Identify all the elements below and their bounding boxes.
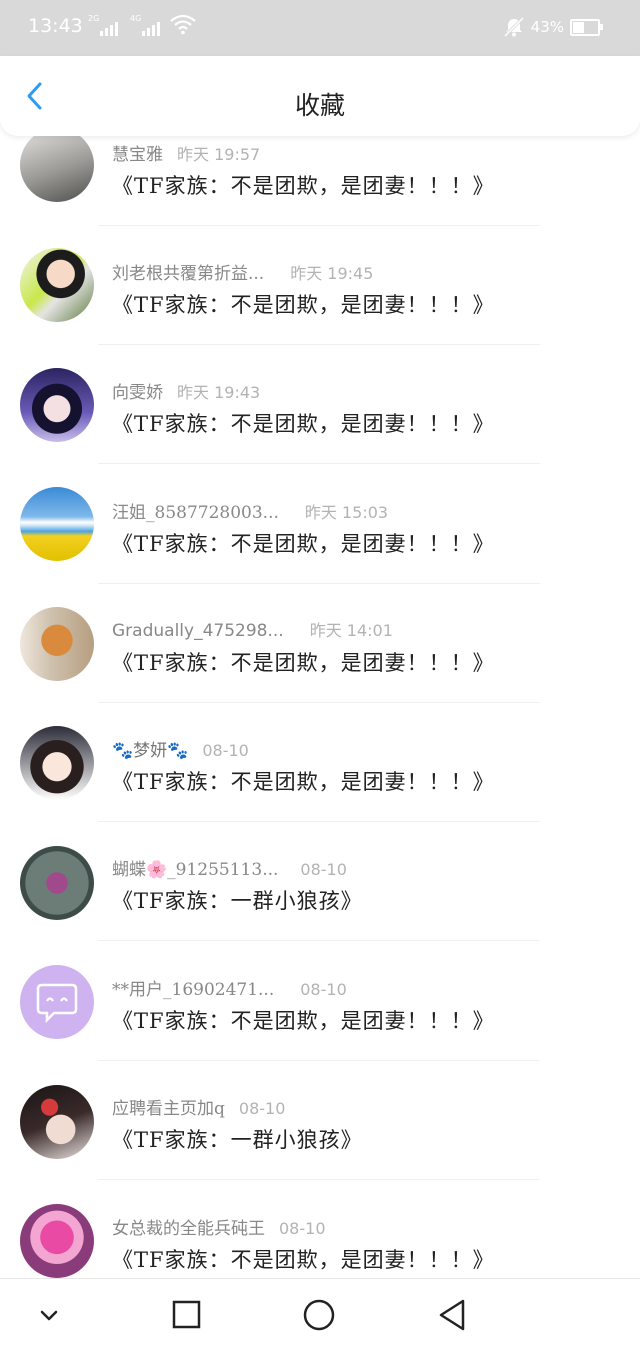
list-item[interactable]: 汪姐_8587728003... 昨天 15:03 《TF家族：不是团欺，是团妻！… [0,486,640,605]
item-meta: 刘老根共覆第折益... 昨天 19:45 [112,259,373,284]
page-title: 收藏 [294,91,345,120]
user-name: 慧宝雅 [112,145,163,165]
user-name: 🐾梦妍🐾 [112,741,189,761]
message-text: 《TF家族：不是团欺，是团妻！！！》 [112,1009,495,1033]
hide-nav-button[interactable] [31,1297,67,1333]
avatar [20,487,94,561]
list-item[interactable]: Gradually_475298... 昨天 14:01 《TF家族：不是团欺，是… [0,605,640,724]
timestamp: 昨天 19:45 [290,264,374,283]
avatar [20,128,94,202]
user-name: 蝴蝶🌸_91255113... [112,860,279,880]
avatar [20,846,94,920]
avatar [20,607,94,681]
divider [98,344,540,345]
item-meta: 蝴蝶🌸_91255113... 08-10 [112,855,347,880]
divider [98,225,540,226]
message-text: 《TF家族：不是团欺，是团妻！！！》 [112,770,495,794]
avatar [20,1204,94,1278]
favorites-list[interactable]: 慧宝雅 昨天 19:57 《TF家族：不是团欺，是团妻！！！》 刘老根共覆第折益.… [0,0,640,1278]
divider [98,821,540,822]
item-meta: **用户_16902471... 08-10 [112,975,347,1000]
timestamp: 08-10 [300,860,347,879]
back-nav-button[interactable] [434,1297,470,1333]
timestamp: 昨天 19:57 [177,145,261,164]
item-meta: 向雯娇 昨天 19:43 [112,378,260,403]
recents-button[interactable] [168,1297,204,1333]
chevron-down-icon [40,1310,58,1321]
message-text: 《TF家族：不是团欺，是团妻！！！》 [112,651,495,675]
divider [98,583,540,584]
item-meta: 女总裁的全能兵砘王 08-10 [112,1214,326,1239]
avatar [20,965,94,1039]
circle-icon [303,1299,335,1331]
timestamp: 08-10 [300,980,347,999]
list-item[interactable]: 向雯娇 昨天 19:43 《TF家族：不是团欺，是团妻！！！》 [0,366,640,485]
avatar [20,726,94,800]
list-item[interactable]: 慧宝雅 昨天 19:57 《TF家族：不是团欺，是团妻！！！》 [0,128,640,247]
divider [98,1179,540,1180]
message-text: 《TF家族：不是团欺，是团妻！！！》 [112,532,495,556]
item-meta: 汪姐_8587728003... 昨天 15:03 [112,498,388,523]
item-meta: Gradually_475298... 昨天 14:01 [112,617,393,641]
timestamp: 昨天 14:01 [309,621,393,640]
avatar [20,248,94,322]
user-name: 刘老根共覆第折益... [112,264,265,284]
home-button[interactable] [301,1297,337,1333]
square-icon [172,1300,201,1329]
divider [98,463,540,464]
message-text: 《TF家族：不是团欺，是团妻！！！》 [112,293,495,317]
message-text: 《TF家族：不是团欺，是团妻！！！》 [112,174,495,198]
list-item[interactable]: 蝴蝶🌸_91255113... 08-10 《TF家族：一群小狼孩》 [0,843,640,962]
list-item[interactable]: **用户_16902471... 08-10 《TF家族：不是团欺，是团妻！！！》 [0,963,640,1082]
user-name: Gradually_475298... [112,621,284,641]
triangle-back-icon [439,1299,465,1331]
item-meta: 应聘看主页加q 08-10 [112,1094,285,1119]
header: 收藏 [0,56,640,136]
user-name: 女总裁的全能兵砘王 [112,1219,265,1239]
timestamp: 昨天 15:03 [304,503,389,522]
list-item[interactable]: 应聘看主页加q 08-10 《TF家族：一群小狼孩》 [0,1082,640,1201]
list-item[interactable]: 🐾梦妍🐾 08-10 《TF家族：不是团欺，是团妻！！！》 [0,724,640,843]
divider [98,702,540,703]
avatar [20,368,94,442]
user-name: 应聘看主页加q [112,1099,225,1119]
message-text: 《TF家族：不是团欺，是团妻！！！》 [112,412,495,436]
list-item[interactable]: 女总裁的全能兵砘王 08-10 《TF家族：不是团欺，是团妻！！！》 [0,1202,640,1278]
item-meta: 🐾梦妍🐾 08-10 [112,736,249,761]
list-item[interactable]: 刘老根共覆第折益... 昨天 19:45 《TF家族：不是团欺，是团妻！！！》 [0,247,640,366]
timestamp: 08-10 [279,1219,326,1238]
user-name: **用户_16902471... [112,980,275,1000]
divider [98,940,540,941]
item-meta: 慧宝雅 昨天 19:57 [112,140,260,165]
timestamp: 08-10 [202,741,249,760]
default-avatar-icon [36,983,78,1024]
user-name: 汪姐_8587728003... [112,503,279,523]
user-name: 向雯娇 [112,383,163,403]
message-text: 《TF家族：不是团欺，是团妻！！！》 [112,1248,495,1272]
timestamp: 昨天 19:43 [177,383,261,402]
avatar [20,1085,94,1159]
timestamp: 08-10 [238,1099,286,1118]
divider [98,1060,540,1061]
message-text: 《TF家族：一群小狼孩》 [112,889,363,913]
system-nav-bar [0,1278,640,1352]
message-text: 《TF家族：一群小狼孩》 [112,1128,363,1152]
